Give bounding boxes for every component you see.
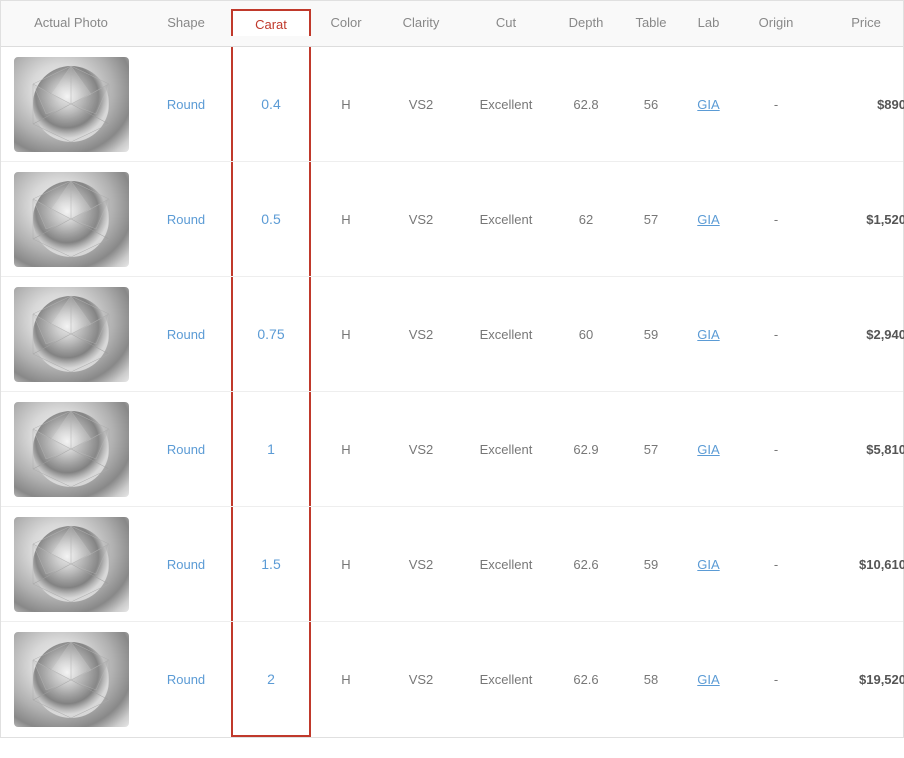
carat-cell: 1 <box>231 392 311 506</box>
cut-cell: Excellent <box>461 204 551 235</box>
table-cell: 57 <box>621 434 681 465</box>
table-row: Round 0.75 H VS2 Excellent 60 59 GIA - $… <box>1 277 903 392</box>
origin-cell: - <box>736 549 816 580</box>
table-row: Round 1 H VS2 Excellent 62.9 57 GIA - $5… <box>1 392 903 507</box>
table-cell: 56 <box>621 89 681 120</box>
table-cell: 58 <box>621 664 681 695</box>
diamond-photo <box>1 49 141 160</box>
cut-cell: Excellent <box>461 549 551 580</box>
color-cell: H <box>311 89 381 120</box>
lab-cell[interactable]: GIA <box>681 549 736 580</box>
cut-cell: Excellent <box>461 664 551 695</box>
table-row: Round 0.4 H VS2 Excellent 62.8 56 GIA - … <box>1 47 903 162</box>
table-cell: 57 <box>621 204 681 235</box>
header-cut: Cut <box>461 11 551 36</box>
header-shape: Shape <box>141 11 231 36</box>
diamond-image <box>14 632 129 727</box>
origin-cell: - <box>736 664 816 695</box>
cut-cell: Excellent <box>461 434 551 465</box>
carat-cell: 1.5 <box>231 507 311 621</box>
diamond-photo <box>1 279 141 390</box>
table-header: Actual Photo Shape Carat Color Clarity C… <box>1 1 903 47</box>
origin-cell: - <box>736 204 816 235</box>
price-cell: $10,610 <box>816 549 904 580</box>
diamond-image <box>14 517 129 612</box>
color-cell: H <box>311 204 381 235</box>
shape-cell: Round <box>141 549 231 580</box>
header-depth: Depth <box>551 11 621 36</box>
header-origin: Origin <box>736 11 816 36</box>
cut-cell: Excellent <box>461 319 551 350</box>
price-cell: $5,810 <box>816 434 904 465</box>
price-cell: $890 <box>816 89 904 120</box>
table-cell: 59 <box>621 319 681 350</box>
table-cell: 59 <box>621 549 681 580</box>
shape-cell: Round <box>141 319 231 350</box>
table-row: Round 2 H VS2 Excellent 62.6 58 GIA - $1… <box>1 622 903 737</box>
lab-cell[interactable]: GIA <box>681 319 736 350</box>
lab-cell[interactable]: GIA <box>681 89 736 120</box>
clarity-cell: VS2 <box>381 89 461 120</box>
diamond-photo <box>1 394 141 505</box>
clarity-cell: VS2 <box>381 204 461 235</box>
header-actual-photo: Actual Photo <box>1 11 141 36</box>
header-price: Price <box>816 11 904 36</box>
header-color: Color <box>311 11 381 36</box>
carat-cell: 0.75 <box>231 277 311 391</box>
diamond-photo <box>1 509 141 620</box>
diamond-image <box>14 287 129 382</box>
lab-cell[interactable]: GIA <box>681 434 736 465</box>
carat-cell: 2 <box>231 622 311 737</box>
shape-cell: Round <box>141 664 231 695</box>
header-carat: Carat <box>231 9 311 36</box>
table-row: Round 0.5 H VS2 Excellent 62 57 GIA - $1… <box>1 162 903 277</box>
clarity-cell: VS2 <box>381 664 461 695</box>
color-cell: H <box>311 434 381 465</box>
diamond-photo <box>1 624 141 735</box>
color-cell: H <box>311 664 381 695</box>
header-clarity: Clarity <box>381 11 461 36</box>
price-cell: $1,520 <box>816 204 904 235</box>
clarity-cell: VS2 <box>381 434 461 465</box>
header-table: Table <box>621 11 681 36</box>
depth-cell: 60 <box>551 319 621 350</box>
depth-cell: 62.6 <box>551 549 621 580</box>
origin-cell: - <box>736 319 816 350</box>
depth-cell: 62.8 <box>551 89 621 120</box>
clarity-cell: VS2 <box>381 549 461 580</box>
header-lab: Lab <box>681 11 736 36</box>
diamond-image <box>14 172 129 267</box>
color-cell: H <box>311 549 381 580</box>
price-cell: $19,520 <box>816 664 904 695</box>
table-row: Round 1.5 H VS2 Excellent 62.6 59 GIA - … <box>1 507 903 622</box>
origin-cell: - <box>736 89 816 120</box>
lab-cell[interactable]: GIA <box>681 664 736 695</box>
shape-cell: Round <box>141 434 231 465</box>
depth-cell: 62.9 <box>551 434 621 465</box>
depth-cell: 62.6 <box>551 664 621 695</box>
clarity-cell: VS2 <box>381 319 461 350</box>
diamond-table: Actual Photo Shape Carat Color Clarity C… <box>0 0 904 738</box>
carat-cell: 0.4 <box>231 47 311 161</box>
color-cell: H <box>311 319 381 350</box>
diamond-photo <box>1 164 141 275</box>
cut-cell: Excellent <box>461 89 551 120</box>
shape-cell: Round <box>141 204 231 235</box>
origin-cell: - <box>736 434 816 465</box>
price-cell: $2,940 <box>816 319 904 350</box>
lab-cell[interactable]: GIA <box>681 204 736 235</box>
diamond-image <box>14 402 129 497</box>
diamond-image <box>14 57 129 152</box>
depth-cell: 62 <box>551 204 621 235</box>
shape-cell: Round <box>141 89 231 120</box>
carat-cell: 0.5 <box>231 162 311 276</box>
